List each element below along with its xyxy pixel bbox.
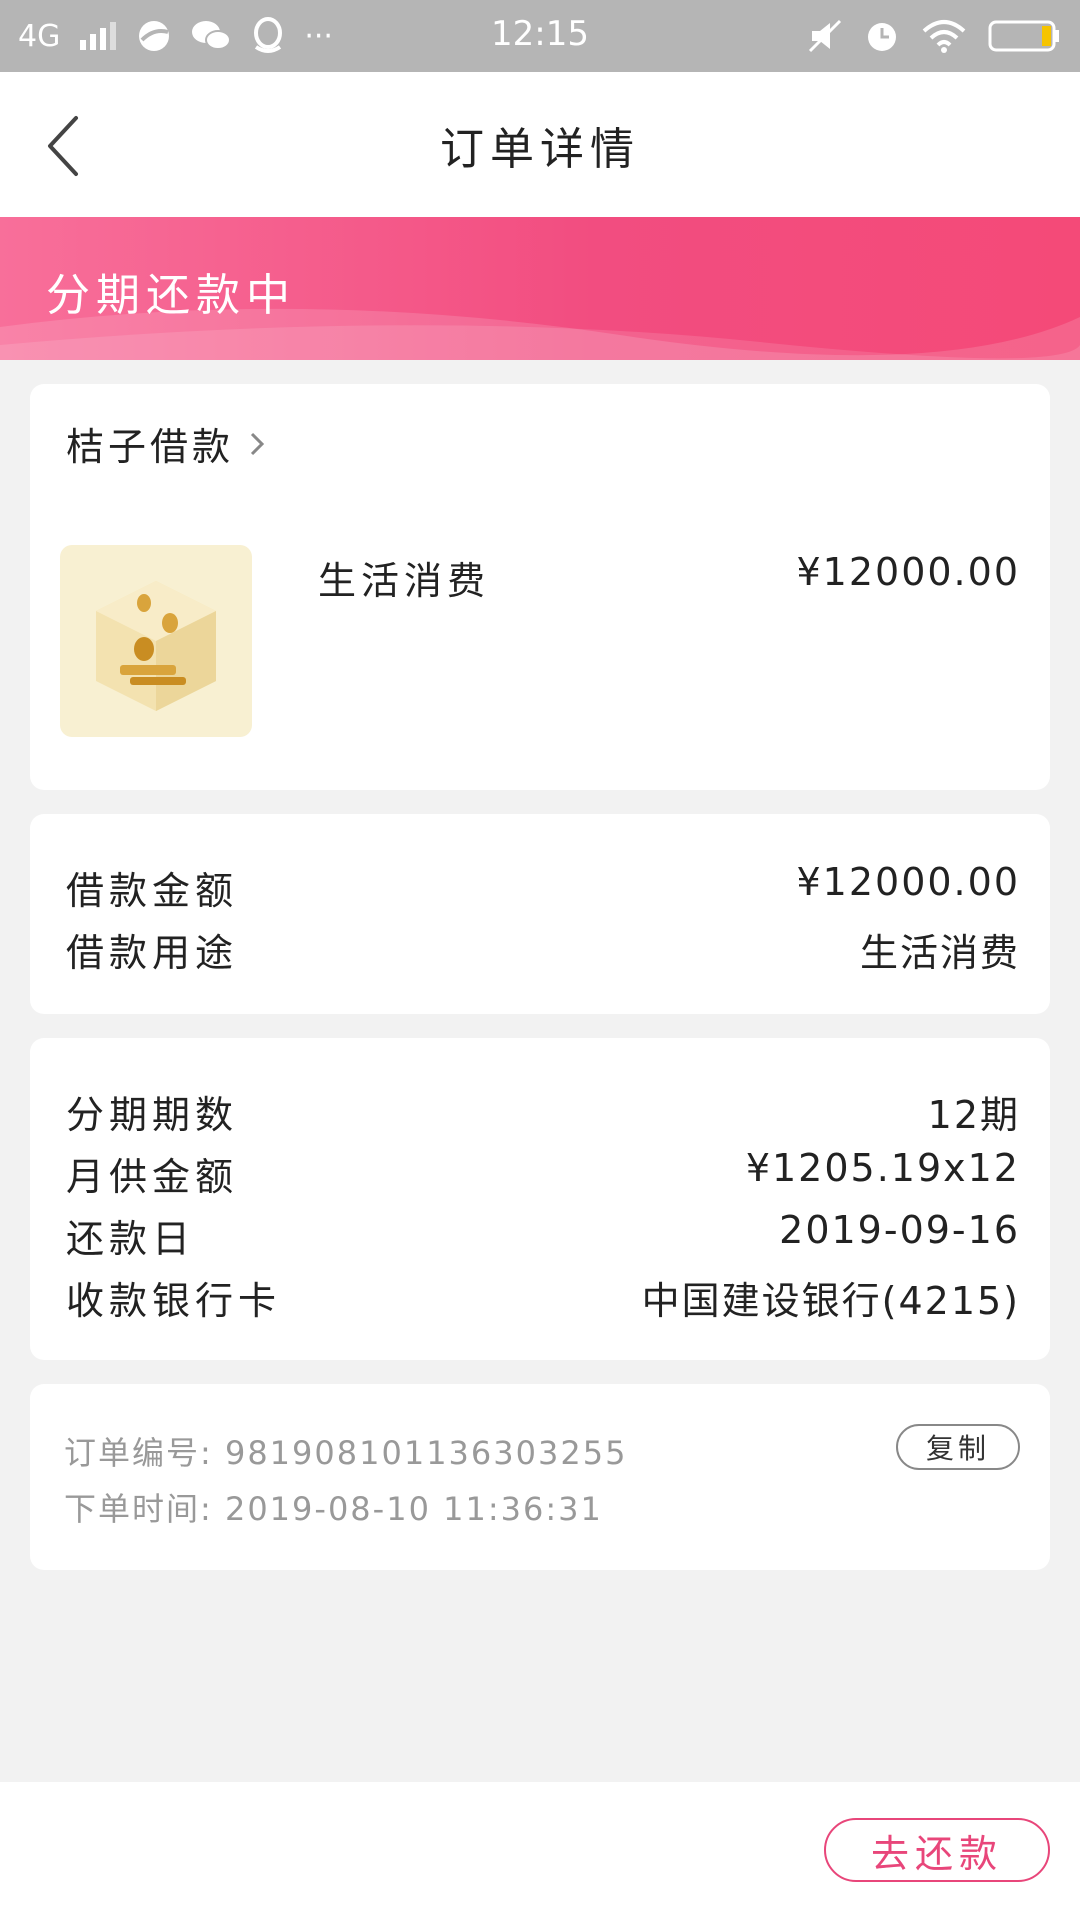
installment-count-row: 分期期数 12期 bbox=[66, 1084, 1020, 1139]
signal-icon bbox=[80, 22, 117, 50]
row-label: 还款日 bbox=[66, 1217, 196, 1261]
wifi-icon bbox=[922, 20, 966, 53]
page-title: 订单详情 bbox=[440, 123, 640, 175]
more-icon: ··· bbox=[304, 18, 333, 54]
browser-icon bbox=[139, 21, 170, 51]
monthly-payment-row: 月供金额 ¥1205.19x12 bbox=[66, 1146, 1020, 1201]
order-meta-card: 订单编号: 981908101136303255 下单时间: 2019-08-1… bbox=[30, 1384, 1050, 1570]
bank-card-row: 收款银行卡 中国建设银行(4215) bbox=[66, 1270, 1020, 1325]
row-value: ¥12000.00 bbox=[796, 860, 1020, 904]
row-label: 借款金额 bbox=[66, 869, 239, 913]
loan-amount-row: 借款金额 ¥12000.00 bbox=[66, 860, 1020, 915]
loan-info-card: 借款金额 ¥12000.00 借款用途 生活消费 bbox=[30, 814, 1050, 1014]
back-button[interactable] bbox=[38, 110, 98, 180]
chevron-right-icon bbox=[250, 432, 265, 455]
alarm-icon bbox=[868, 23, 896, 51]
row-label: 借款用途 bbox=[66, 931, 239, 975]
coin-box-icon bbox=[96, 581, 216, 711]
row-value: 12期 bbox=[927, 1093, 1020, 1137]
installment-card: 分期期数 12期 月供金额 ¥1205.19x12 还款日 2019-09-16… bbox=[30, 1038, 1050, 1360]
status-right bbox=[808, 18, 1062, 54]
row-label: 收款银行卡 bbox=[66, 1279, 282, 1323]
status-bar: 4G ··· 12:15 bbox=[0, 0, 1080, 72]
repay-button[interactable]: 去还款 bbox=[824, 1818, 1050, 1882]
nav-bar: 订单详情 bbox=[0, 72, 1080, 217]
row-value: 中国建设银行(4215) bbox=[641, 1279, 1020, 1323]
merchant-name: 桔子借款 bbox=[66, 425, 235, 469]
product-image bbox=[60, 545, 252, 737]
status-left: 4G ··· bbox=[18, 17, 333, 55]
mute-icon bbox=[808, 19, 842, 53]
row-label: 分期期数 bbox=[66, 1093, 239, 1137]
bottom-bar: 去还款 bbox=[0, 1782, 1080, 1920]
order-time: 下单时间: 2019-08-10 11:36:31 bbox=[64, 1490, 603, 1528]
chevron-left-icon bbox=[48, 116, 78, 176]
row-value: 2019-09-16 bbox=[779, 1208, 1020, 1252]
order-number: 订单编号: 981908101136303255 bbox=[64, 1434, 628, 1472]
product-price: ¥12000.00 bbox=[796, 550, 1020, 594]
merchant-link[interactable]: 桔子借款 bbox=[66, 416, 266, 471]
row-value: ¥1205.19x12 bbox=[745, 1146, 1020, 1190]
wechat-icon bbox=[192, 21, 232, 50]
product-name: 生活消费 bbox=[318, 559, 491, 603]
loan-purpose-row: 借款用途 生活消费 bbox=[66, 922, 1020, 977]
network-type: 4G bbox=[18, 18, 61, 54]
row-label: 月供金额 bbox=[66, 1155, 239, 1199]
repayment-day-row: 还款日 2019-09-16 bbox=[66, 1208, 1020, 1263]
status-banner: 分期还款中 bbox=[0, 217, 1080, 360]
row-value: 生活消费 bbox=[859, 931, 1020, 975]
qq-icon bbox=[254, 17, 283, 53]
battery-icon bbox=[988, 20, 1059, 52]
product-card: 桔子借款 生活消费 ¥12000.00 bbox=[30, 384, 1050, 790]
copy-button[interactable]: 复制 bbox=[896, 1424, 1020, 1470]
banner-status-text: 分期还款中 bbox=[46, 270, 296, 321]
